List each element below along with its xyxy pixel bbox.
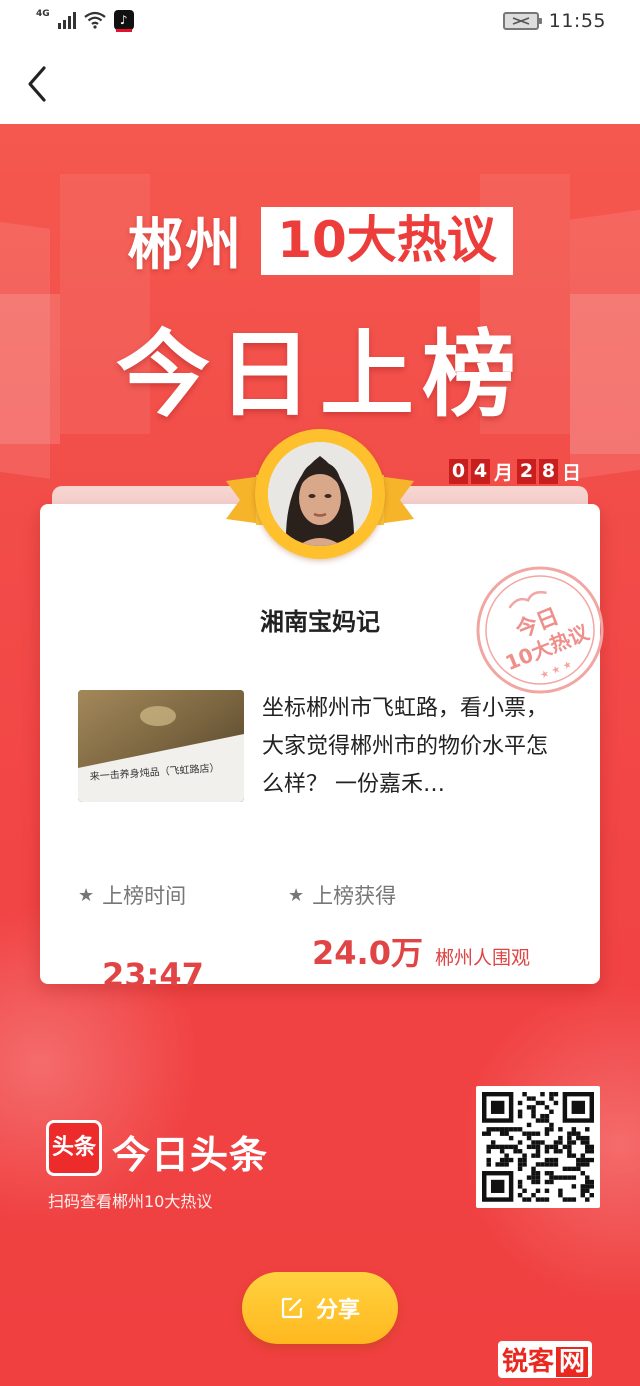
- star-icon: ★: [288, 884, 305, 906]
- date-month-digit: 0: [448, 459, 468, 484]
- back-button[interactable]: [20, 62, 60, 106]
- rank-time-label: ★ 上榜时间: [78, 880, 186, 910]
- views-title-label: ★ 上榜获得: [288, 880, 396, 910]
- city-title: 郴州: [127, 213, 244, 278]
- user-portrait-icon: [268, 442, 372, 546]
- svg-text:★ ★ ★: ★ ★ ★: [539, 659, 574, 682]
- date-day-digit: 8: [538, 459, 558, 484]
- status-right: 11:55: [502, 10, 606, 32]
- tiktok-app-icon: ♪: [113, 10, 134, 32]
- star-icon: ★: [78, 884, 95, 906]
- brand-name: 今日头条: [112, 1133, 269, 1177]
- date-day-digit: 2: [516, 459, 536, 484]
- qr-code-icon: [482, 1092, 594, 1202]
- topic-badge: 10大热议: [261, 206, 513, 275]
- watermark-text: 锐客: [501, 1347, 554, 1377]
- rank-time-value: 23:47: [102, 956, 204, 994]
- nav-bar: [0, 44, 640, 124]
- qr-code[interactable]: [476, 1086, 600, 1208]
- views-title-text: 上榜获得: [312, 884, 397, 908]
- brand-tagline: 扫码查看郴州10大热议: [48, 1192, 213, 1211]
- signal-icon: [57, 11, 76, 29]
- avatar[interactable]: [268, 442, 372, 546]
- hot-topic-poster: 郴州 10大热议 今日上榜 0 4 月 2 8 日 湘南宝妈记 今日 10大热议…: [0, 124, 640, 1386]
- date-day-unit: 日: [561, 462, 581, 484]
- views-unit: 郴州人围观: [434, 947, 530, 969]
- views-count: 24.0万: [312, 934, 423, 972]
- network-type-label: 4G: [36, 9, 50, 19]
- date-month-unit: 月: [493, 462, 513, 484]
- post-thumbnail[interactable]: 来一击养身炖品（飞虹路店）: [78, 690, 244, 802]
- views-stat: 24.0万 郴州人围观: [312, 928, 530, 974]
- watermark-text-last: 网: [555, 1347, 588, 1377]
- site-watermark: 锐客网: [497, 1341, 592, 1378]
- battery-icon: [502, 12, 542, 30]
- toutiao-logo: 头条: [46, 1120, 102, 1176]
- rank-time-label-text: 上榜时间: [102, 884, 187, 908]
- date-display: 0 4 月 2 8 日: [448, 458, 582, 485]
- battery-saver-icon: [512, 17, 530, 25]
- status-time: 11:55: [548, 10, 606, 32]
- share-button[interactable]: 分享: [242, 1272, 398, 1344]
- poster-title-row: 郴州 10大热议: [0, 200, 640, 281]
- edit-share-icon: [281, 1297, 303, 1319]
- chevron-left-icon: [28, 66, 46, 102]
- wifi-icon: [83, 11, 106, 29]
- receipt-photo-icon: 来一击养身炖品（飞虹路店）: [78, 690, 244, 802]
- post-excerpt[interactable]: 坐标郴州市飞虹路，看小票，大家觉得郴州市的物价水平怎么样？ 一份嘉禾…: [262, 690, 562, 804]
- share-label: 分享: [315, 1298, 360, 1323]
- date-month-digit: 4: [470, 459, 490, 484]
- status-left: 4G ♪: [36, 9, 134, 32]
- status-bar: 4G ♪ 11:55: [0, 0, 640, 44]
- main-title: 今日上榜: [115, 321, 524, 430]
